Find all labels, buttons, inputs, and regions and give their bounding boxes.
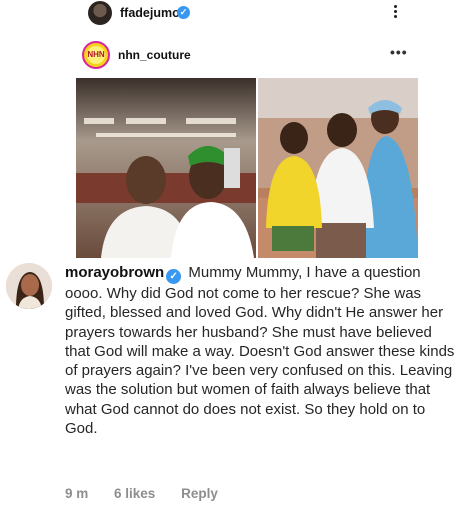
- top-username[interactable]: ffadejumo: [120, 6, 180, 20]
- comment-likes[interactable]: 6 likes: [114, 486, 155, 501]
- more-options-icon[interactable]: [390, 3, 400, 23]
- comment-text: Mummy Mummy, I have a question oooo. Why…: [65, 264, 455, 438]
- avatar[interactable]: [88, 1, 112, 25]
- post-more-icon[interactable]: •••: [390, 44, 408, 60]
- embedded-post: NHN nhn_couture •••: [72, 32, 418, 260]
- commenter-avatar[interactable]: [6, 263, 52, 309]
- post-avatar-logo: NHN: [87, 46, 105, 64]
- comment-username[interactable]: morayobrown: [65, 264, 164, 281]
- commenter-avatar-image: [6, 263, 52, 309]
- verified-badge-icon: ✓: [177, 6, 190, 19]
- reply-button[interactable]: Reply: [181, 486, 218, 501]
- post-photo-right[interactable]: [258, 78, 418, 258]
- comment-body: morayobrown ✓ Mummy Mummy, I have a quest…: [65, 263, 455, 438]
- verified-badge-icon: ✓: [166, 269, 182, 284]
- post-avatar[interactable]: NHN: [82, 41, 110, 69]
- comment-time: 9 m: [65, 486, 89, 501]
- top-bar: ffadejumo ✓: [0, 0, 462, 30]
- post-username[interactable]: nhn_couture: [118, 48, 191, 62]
- photo-left-image: [76, 78, 256, 258]
- photo-right-image: [258, 78, 418, 258]
- post-photo-left[interactable]: [76, 78, 256, 258]
- comment-meta: 9 m 6 likes Reply: [65, 486, 240, 501]
